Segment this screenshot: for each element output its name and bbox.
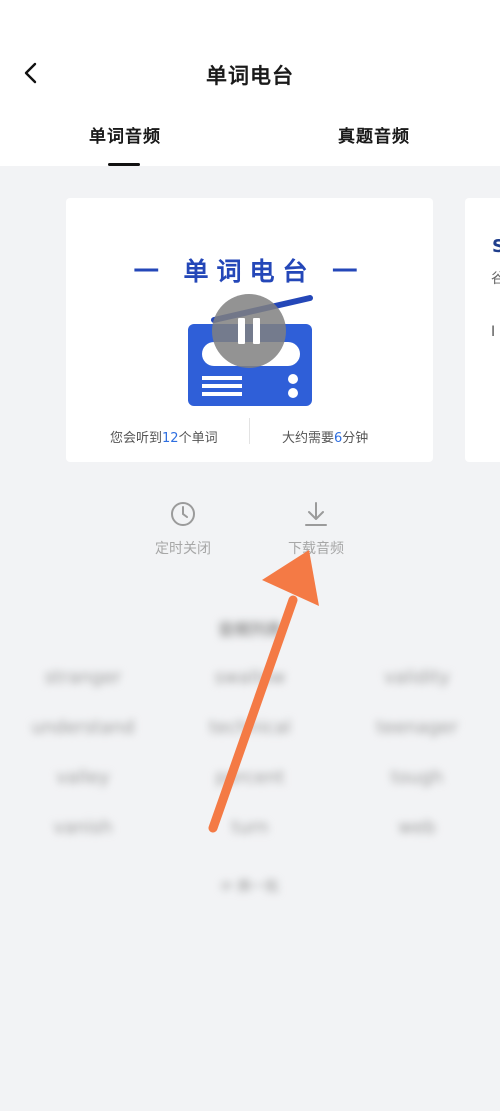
tab-exam-audio[interactable]: 真题音频 [338,122,410,147]
word-item[interactable]: vanish [13,817,153,838]
pause-icon [234,318,264,344]
download-audio-label: 下载音频 [288,541,344,557]
timer-close-button[interactable]: 定时关闭 [138,500,228,558]
download-audio-button[interactable]: 下载音频 [271,500,361,558]
clock-icon [171,502,195,526]
next-card-line: 谷 [491,271,500,287]
duration-stat: 大约需要6分钟 [282,431,369,446]
top-bar: 单词电台 单词音频 真题音频 [0,0,500,166]
word-item[interactable]: web [347,817,487,838]
word-radio-card[interactable]: 一 单词电台 一 您会听到12个单词 大约需要6分钟 [66,198,433,462]
pause-button[interactable] [212,294,286,368]
word-item[interactable]: validity [347,667,487,688]
word-item[interactable]: understand [13,717,153,738]
word-item[interactable]: teenager [347,717,487,738]
page-title: 单词电台 [206,64,294,88]
word-item[interactable]: tough [347,767,487,788]
word-count-stat: 您会听到12个单词 [110,431,218,446]
stat-divider [249,418,250,444]
word-item[interactable]: swallow [180,667,320,688]
refresh-list-button[interactable]: ⟳ 换一批 [0,876,500,896]
refresh-icon: ⟳ [220,879,238,895]
next-card-line: I [491,324,496,340]
word-item[interactable]: percent [180,767,320,788]
tab-word-audio[interactable]: 单词音频 [89,122,161,147]
word-item[interactable]: turn [180,817,320,838]
next-card-peek[interactable]: S 谷 I [465,198,500,462]
word-item[interactable]: technical [180,717,320,738]
annotation-arrow [208,550,319,833]
word-count-value: 12 [162,431,179,446]
next-card-title: S [492,236,500,257]
word-item[interactable]: stranger [13,667,153,688]
word-list-title: 音频列表 [217,620,282,639]
word-item[interactable]: valley [13,767,153,788]
download-icon [305,502,327,526]
active-tab-indicator [108,163,140,166]
timer-close-label: 定时关闭 [155,541,211,557]
